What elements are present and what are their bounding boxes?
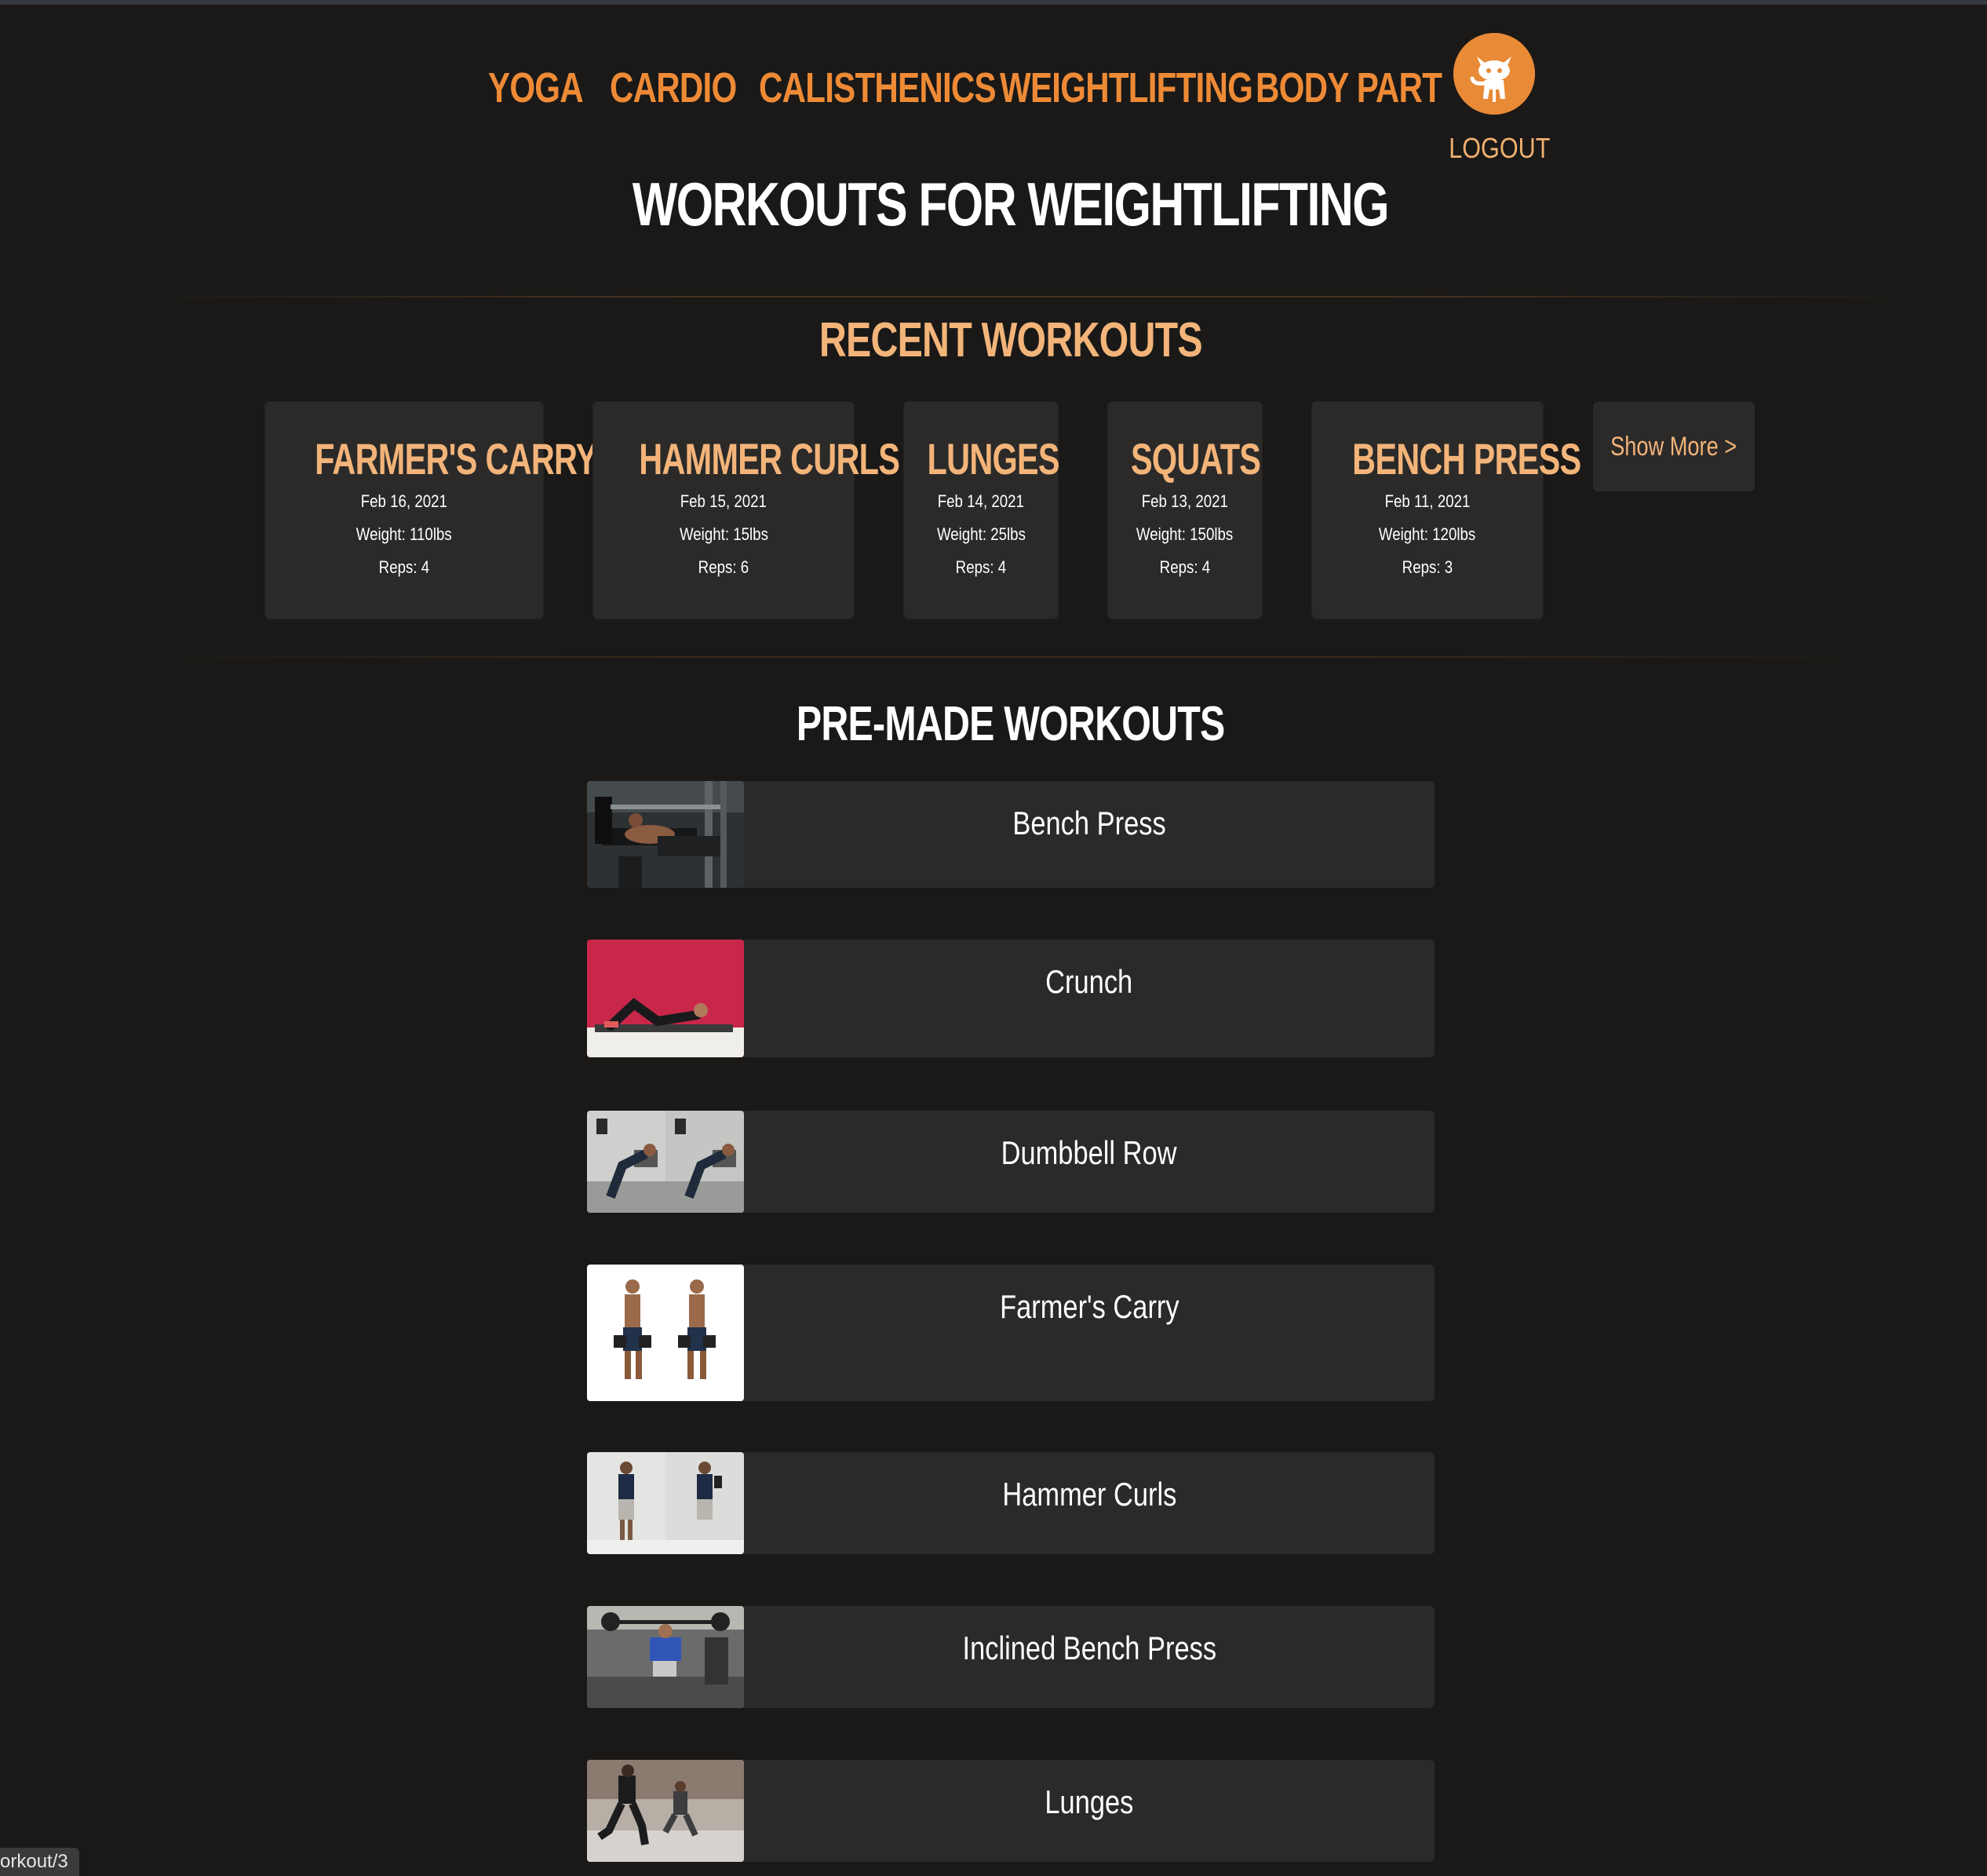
recent-card-name: LUNGES	[927, 434, 1060, 484]
recent-card-reps: Reps: 4	[378, 557, 430, 577]
recent-card-weight: Weight: 25lbs	[936, 524, 1026, 544]
github-octocat-icon	[1453, 33, 1535, 115]
avatar[interactable]	[1453, 33, 1535, 115]
recent-workouts-title: RECENT WORKOUTS	[818, 313, 1202, 367]
nav-item-cardio[interactable]: CARDIO	[610, 57, 737, 119]
main-nav: YOGA CARDIO CALISTHENICS WEIGHTLIFTING B…	[0, 57, 1987, 119]
recent-card-squats[interactable]: SQUATS Feb 13, 2021 Weight: 150lbs Reps:…	[1108, 402, 1262, 619]
recent-card-name: HAMMER CURLS	[639, 434, 900, 484]
hammer-curls-image	[587, 1452, 744, 1554]
premade-item-crunch[interactable]: Crunch	[587, 940, 1435, 1057]
recent-card-weight: Weight: 150lbs	[1136, 524, 1234, 544]
nav-item-weightlifting[interactable]: WEIGHTLIFTING	[1000, 57, 1253, 119]
recent-card-weight: Weight: 120lbs	[1379, 524, 1476, 544]
recent-card-hammer-curls[interactable]: HAMMER CURLS Feb 15, 2021 Weight: 15lbs …	[593, 402, 900, 619]
window-top-border	[0, 0, 1987, 5]
crunch-image	[587, 940, 744, 1057]
recent-card-date: Feb 16, 2021	[360, 491, 448, 511]
premade-workouts-title: PRE-MADE WORKOUTS	[796, 697, 1225, 751]
nav-item-calisthenics[interactable]: CALISTHENICS	[759, 57, 997, 119]
premade-item-lunges[interactable]: Lunges	[587, 1760, 1435, 1862]
nav-item-body-part[interactable]: BODY PART	[1256, 57, 1442, 119]
lunges-image	[587, 1760, 744, 1862]
status-bar-url: orkout/3	[0, 1848, 79, 1876]
premade-item-label: Farmer's Carry	[999, 1288, 1179, 1325]
divider-top	[141, 296, 1923, 297]
premade-item-farmers-carry[interactable]: Farmer's Carry	[587, 1265, 1435, 1401]
premade-item-label: Hammer Curls	[1002, 1476, 1176, 1513]
divider-middle	[141, 656, 1883, 658]
recent-card-weight: Weight: 110lbs	[356, 524, 452, 544]
nav-item-yoga[interactable]: YOGA	[488, 57, 584, 119]
recent-card-date: Feb 13, 2021	[1141, 491, 1229, 511]
premade-item-label: Bench Press	[1012, 805, 1166, 841]
recent-card-date: Feb 15, 2021	[680, 491, 767, 511]
recent-card-reps: Reps: 4	[955, 557, 1007, 577]
recent-card-farmers-carry[interactable]: FARMER'S CARRY Feb 16, 2021 Weight: 110l…	[265, 402, 597, 619]
recent-card-weight: Weight: 15lbs	[679, 524, 768, 544]
recent-card-date: Feb 14, 2021	[937, 491, 1025, 511]
bench-press-image	[587, 781, 744, 888]
recent-card-reps: Reps: 6	[698, 557, 749, 577]
recent-card-reps: Reps: 3	[1402, 557, 1453, 577]
logout-link[interactable]: LOGOUT	[1449, 132, 1550, 165]
show-more-button[interactable]: Show More >	[1593, 402, 1755, 491]
premade-item-bench-press[interactable]: Bench Press	[587, 781, 1435, 888]
premade-item-inclined-bench-press[interactable]: Inclined Bench Press	[587, 1606, 1435, 1708]
recent-card-name: BENCH PRESS	[1352, 434, 1581, 484]
farmers-carry-image	[587, 1265, 744, 1401]
recent-card-lunges[interactable]: LUNGES Feb 14, 2021 Weight: 25lbs Reps: …	[904, 402, 1060, 619]
premade-item-label: Lunges	[1045, 1783, 1134, 1820]
recent-card-name: SQUATS	[1131, 434, 1261, 484]
premade-item-label: Inclined Bench Press	[962, 1630, 1216, 1666]
premade-item-hammer-curls[interactable]: Hammer Curls	[587, 1452, 1435, 1554]
premade-item-label: Dumbbell Row	[1001, 1134, 1177, 1171]
premade-item-dumbbell-row[interactable]: Dumbbell Row	[587, 1111, 1435, 1213]
recent-card-name: FARMER'S CARRY	[315, 434, 597, 484]
recent-card-reps: Reps: 4	[1159, 557, 1211, 577]
premade-item-label: Crunch	[1045, 963, 1133, 1000]
inclined-bench-press-image	[587, 1606, 744, 1708]
page-title: WORKOUTS FOR WEIGHTLIFTING	[632, 170, 1390, 239]
dumbbell-row-image	[587, 1111, 744, 1213]
recent-card-date: Feb 11, 2021	[1384, 491, 1471, 511]
recent-card-bench-press[interactable]: BENCH PRESS Feb 11, 2021 Weight: 120lbs …	[1312, 402, 1581, 619]
